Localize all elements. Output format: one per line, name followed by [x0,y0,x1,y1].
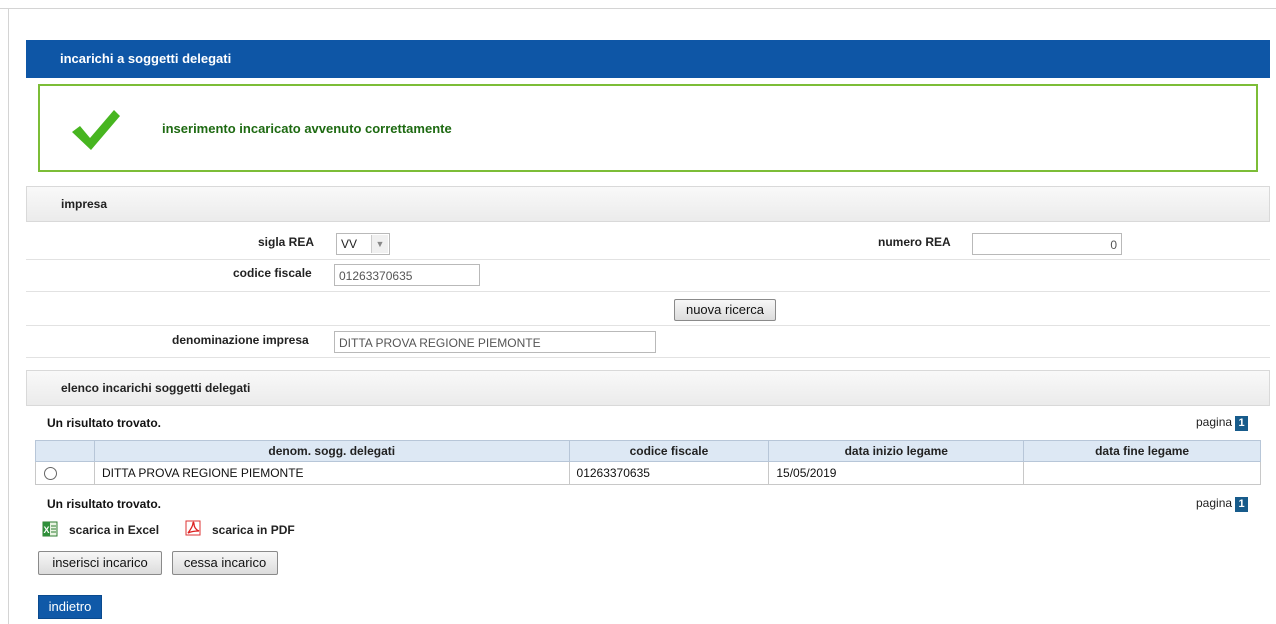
page-number-1[interactable]: 1 [1235,416,1249,431]
page-frame-left [8,8,9,624]
excel-icon[interactable]: X [42,521,58,537]
row-divider [26,357,1270,358]
download-pdf-link[interactable]: scarica in PDF [212,523,295,537]
chevron-down-icon: ▼ [371,235,388,253]
section-header-impresa: impresa [26,186,1270,222]
delegati-table: denom. sogg. delegati codice fiscale dat… [35,440,1261,485]
denominazione-input[interactable]: DITTA PROVA REGIONE PIEMONTE [334,331,656,353]
row-divider [26,291,1270,292]
download-excel-link[interactable]: scarica in Excel [69,523,159,537]
indietro-button[interactable]: indietro [38,595,102,619]
section-header-elenco: elenco incarichi soggetti delegati [26,370,1270,406]
pdf-icon[interactable] [185,520,201,536]
column-header-codice-fiscale[interactable]: codice fiscale [568,440,770,462]
column-header-data-fine[interactable]: data fine legame [1023,440,1261,462]
cell-denominazione: DITTA PROVA REGIONE PIEMONTE [93,461,570,485]
success-message-box: inserimento incaricato avvenuto corretta… [38,84,1258,172]
inserisci-incarico-button[interactable]: inserisci incarico [38,551,162,575]
sigla-rea-label: sigla REA [258,235,315,249]
cell-data-fine [1023,461,1261,485]
result-count-bottom: Un risultato trovato. [47,497,162,511]
codice-fiscale-label: codice fiscale [233,266,312,280]
denominazione-label: denominazione impresa [172,333,309,347]
pager-bottom: pagina 1 [1196,496,1249,512]
row-select-radio[interactable] [44,467,57,481]
column-header-data-inizio[interactable]: data inizio legame [768,440,1025,462]
row-divider [26,325,1270,326]
table-header-row: denom. sogg. delegati codice fiscale dat… [35,440,1261,462]
cell-codice-fiscale: 01263370635 [568,461,770,485]
codice-fiscale-input[interactable]: 01263370635 [334,264,480,286]
sigla-rea-value: VV [341,237,358,251]
pager-label: pagina [1196,496,1233,510]
result-count-top: Un risultato trovato. [47,416,162,430]
page-number-1[interactable]: 1 [1235,497,1249,512]
page-title: incarichi a soggetti delegati [26,40,1270,78]
cessa-incarico-button[interactable]: cessa incarico [172,551,278,575]
checkmark-icon [72,110,120,150]
column-header-select [35,440,95,462]
pager-label: pagina [1196,415,1233,429]
sigla-rea-select[interactable]: VV ▼ [336,233,390,255]
pager-top: pagina 1 [1196,415,1249,431]
table-row: DITTA PROVA REGIONE PIEMONTE 01263370635… [35,461,1261,485]
row-radio-cell [35,461,95,485]
numero-rea-label: numero REA [878,235,951,249]
numero-rea-input[interactable]: 0 [972,233,1122,255]
cell-data-inizio: 15/05/2019 [768,461,1025,485]
success-message: inserimento incaricato avvenuto corretta… [162,121,452,136]
nuova-ricerca-button[interactable]: nuova ricerca [674,299,776,321]
svg-text:X: X [43,525,49,535]
column-header-denominazione[interactable]: denom. sogg. delegati [93,440,570,462]
page-frame-top [0,8,1276,9]
row-divider [26,259,1270,260]
